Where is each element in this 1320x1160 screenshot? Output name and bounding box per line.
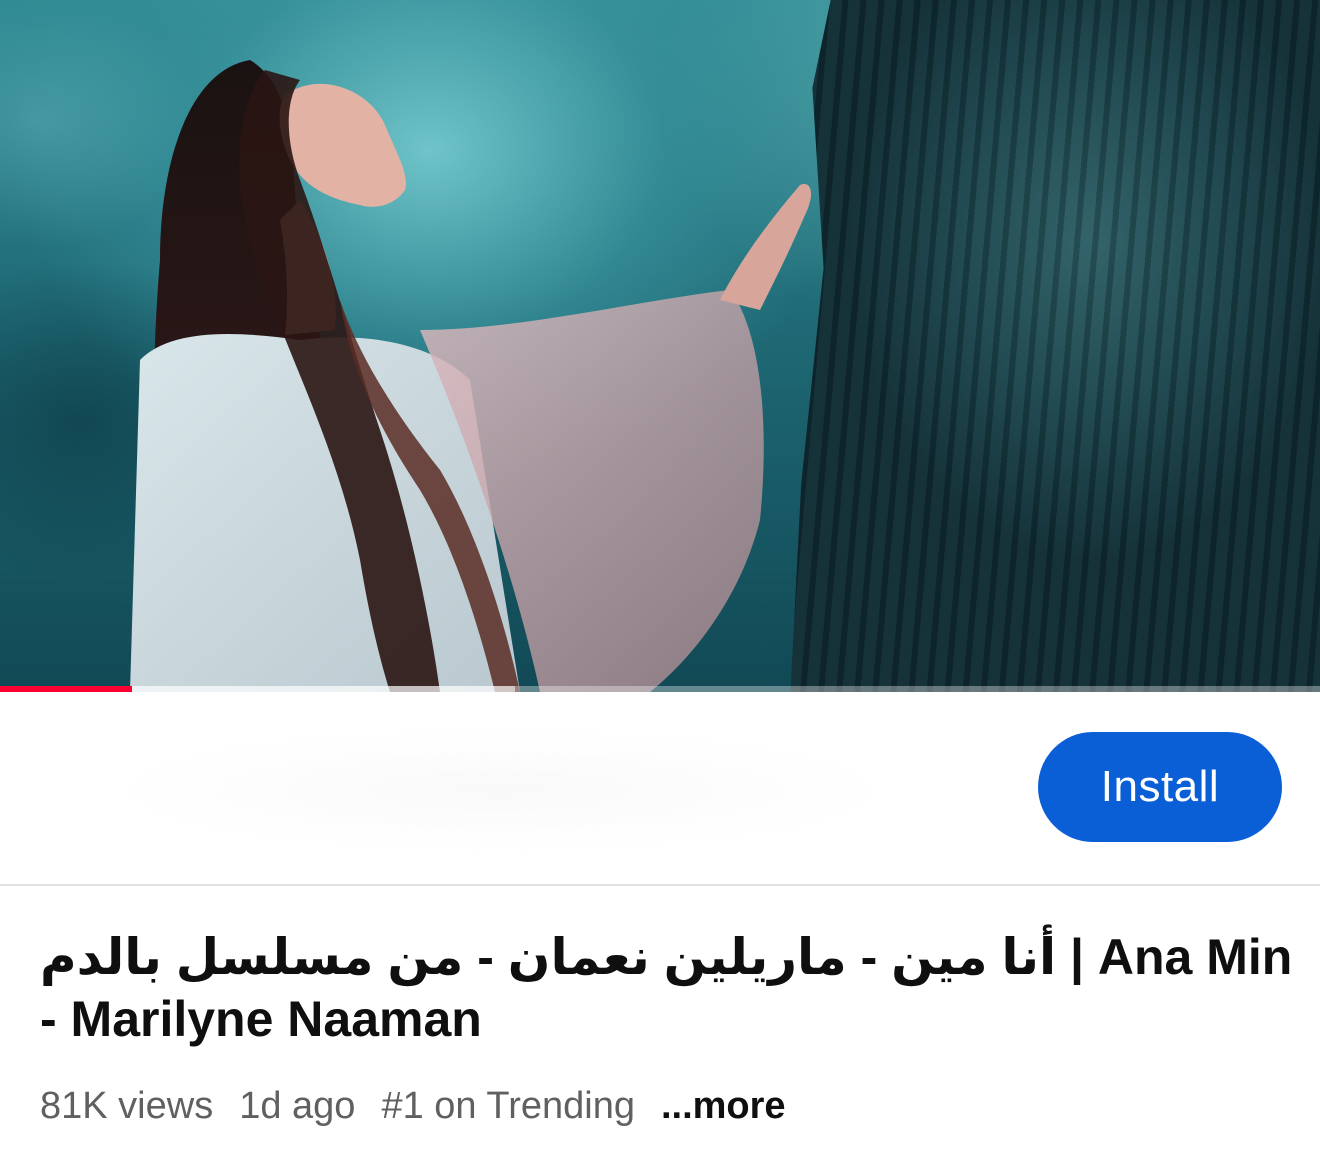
video-title-line-1: أنا مين - ماريلين نعمان - من مسلسل بالدم…: [40, 929, 1293, 985]
ad-blurred-content: [20, 710, 1000, 860]
ad-banner[interactable]: Install: [0, 692, 1320, 886]
view-count: 81K views: [40, 1084, 214, 1127]
trending-badge: #1 on Trending: [381, 1084, 635, 1127]
upload-age: 1d ago: [239, 1084, 356, 1127]
video-frame-figure: [130, 60, 812, 692]
install-button[interactable]: Install: [1038, 732, 1282, 842]
video-metadata[interactable]: 81K views 1d ago #1 on Trending ...more: [40, 1082, 786, 1130]
video-player[interactable]: [0, 0, 1320, 692]
video-title-line-2: - Marilyne Naaman: [40, 991, 482, 1047]
video-title: أنا مين - ماريلين نعمان - من مسلسل بالدم…: [40, 926, 1293, 1050]
more-link[interactable]: ...more: [661, 1085, 786, 1128]
